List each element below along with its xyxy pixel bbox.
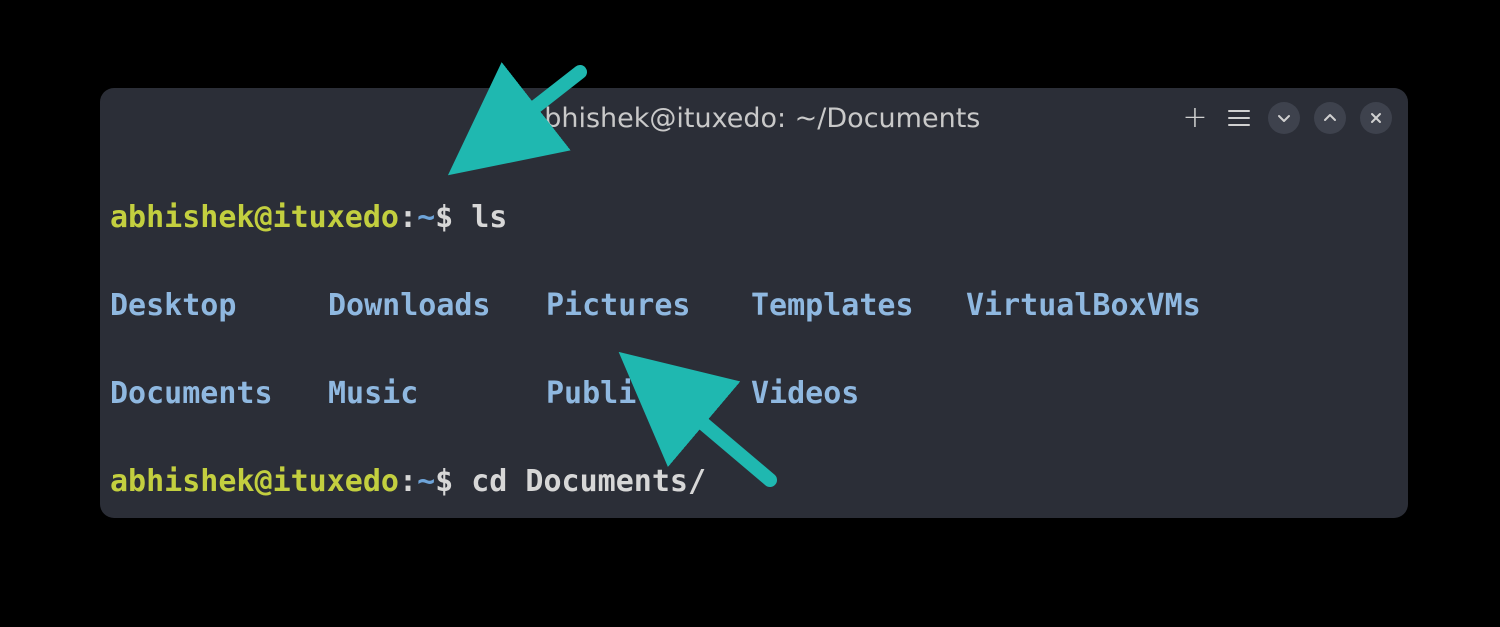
- dir-entry: Music: [328, 372, 546, 416]
- dir-entry: Downloads: [328, 284, 546, 328]
- prompt-host: ituxedo: [273, 200, 399, 235]
- ls-output-row-2: DocumentsMusicPublicVideos: [110, 372, 1398, 416]
- titlebar: abhishek@ituxedo: ~/Documents +: [100, 88, 1408, 148]
- command-ls: ls: [471, 200, 507, 235]
- prompt-line-2: abhishek@ituxedo:~$ cd Documents/: [110, 460, 1398, 504]
- window-title: abhishek@ituxedo: ~/Documents: [528, 103, 981, 134]
- menu-button[interactable]: [1224, 103, 1254, 133]
- chevron-down-icon: [1276, 110, 1292, 126]
- dir-entry: Public: [546, 372, 751, 416]
- dir-entry: VirtualBoxVMs: [966, 284, 1398, 328]
- terminal-window: abhishek@ituxedo: ~/Documents + abhishek…: [100, 88, 1408, 518]
- dir-entry: Templates: [751, 284, 966, 328]
- terminal-body[interactable]: abhishek@ituxedo:~$ ls DesktopDownloadsP…: [100, 148, 1408, 518]
- ls-output-row-1: DesktopDownloadsPicturesTemplatesVirtual…: [110, 284, 1398, 328]
- maximize-button[interactable]: [1314, 102, 1346, 134]
- prompt-path: ~: [417, 200, 435, 235]
- close-icon: [1368, 110, 1384, 126]
- dir-entry: Desktop: [110, 284, 328, 328]
- prompt-user: abhishek: [110, 200, 255, 235]
- dir-entry: Videos: [751, 372, 966, 416]
- dir-entry: Documents: [110, 372, 328, 416]
- hamburger-icon: [1228, 110, 1250, 126]
- dir-entry: Pictures: [546, 284, 751, 328]
- titlebar-controls: +: [1180, 88, 1392, 148]
- command-cd: cd Documents/: [471, 464, 706, 499]
- canvas: abhishek@ituxedo: ~/Documents + abhishek…: [0, 0, 1500, 627]
- close-button[interactable]: [1360, 102, 1392, 134]
- new-tab-button[interactable]: +: [1180, 103, 1210, 133]
- prompt-line-1: abhishek@ituxedo:~$ ls: [110, 196, 1398, 240]
- minimize-button[interactable]: [1268, 102, 1300, 134]
- chevron-up-icon: [1322, 110, 1338, 126]
